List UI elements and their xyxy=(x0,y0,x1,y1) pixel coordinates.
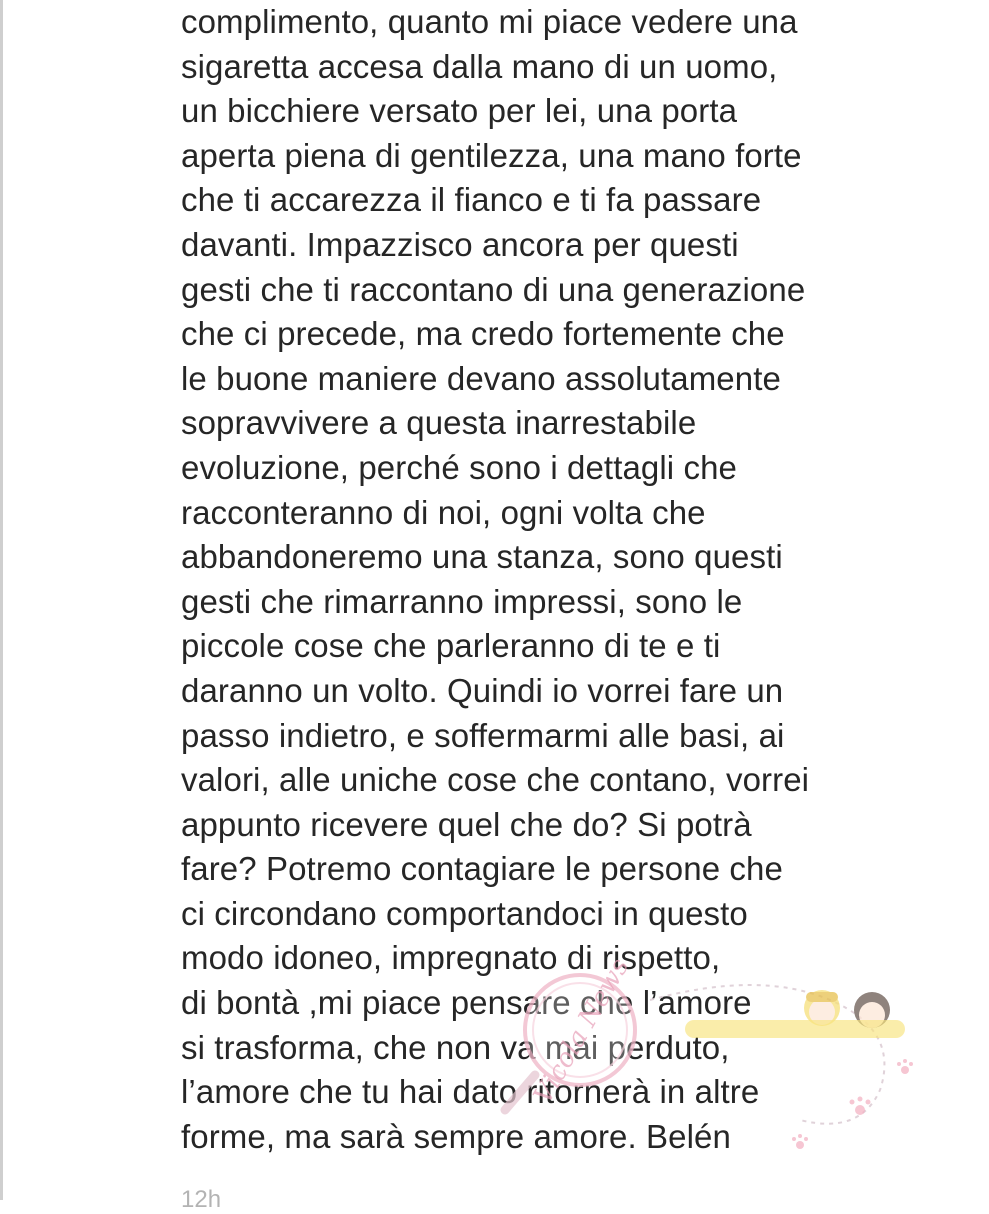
comment-line: sopravvivere a questa inarrestabile xyxy=(181,404,697,442)
comment-line: fare? Potremo contagiare le persone che xyxy=(181,850,783,888)
comment-line: le buone maniere devano assolutamente xyxy=(181,359,781,397)
comment-line: abbandoneremo una stanza, sono questi xyxy=(181,538,783,576)
comment-line: forme, ma sarà sempre amore. Belén xyxy=(181,1117,731,1155)
comment-line: che ti accarezza il fianco e ti fa passa… xyxy=(181,181,762,219)
comment-line: sigaretta accesa dalla mano di un uomo, xyxy=(181,47,778,85)
comment-line: gesti che rimarranno impressi, sono le xyxy=(181,582,743,620)
comment-line: che ci precede, ma credo fortemente che xyxy=(181,315,785,353)
comment-line: racconteranno di noi, ogni volta che xyxy=(181,493,706,531)
comment-line: complimento, quanto mi piace vedere una xyxy=(181,3,798,40)
comment-line: ci circondano comportandoci in questo xyxy=(181,894,748,932)
comment-line: di bontà ,mi piace pensare che l’amore xyxy=(181,984,752,1022)
comment-line: valori, alle uniche cose che contano, vo… xyxy=(181,761,810,799)
comment-line: davanti. Impazzisco ancora per questi xyxy=(181,225,739,263)
comment-timestamp: 12h xyxy=(181,1186,222,1213)
comment-line: evoluzione, perché sono i dettagli che xyxy=(181,448,738,486)
comment-line: aperta piena di gentilezza, una mano for… xyxy=(181,136,802,174)
comment-line: piccole cose che parleranno di te e ti xyxy=(181,627,721,665)
comment-line: appunto ricevere quel che do? Si potrà xyxy=(181,805,752,843)
left-border xyxy=(0,0,3,1200)
comment-line: passo indietro, e soffermarmi alle basi,… xyxy=(181,716,785,754)
comment-line: daranno un volto. Quindi io vorrei fare … xyxy=(181,671,784,709)
comment-line: modo idoneo, impregnato di rispetto, xyxy=(181,939,721,977)
comment-line: l’amore che tu hai dato ritornerà in alt… xyxy=(181,1073,760,1111)
comment-line: si trasforma, che non va mai perduto, xyxy=(181,1028,730,1066)
comment-line: un bicchiere versato per lei, una porta xyxy=(181,92,738,130)
comment-line: gesti che ti raccontano di una generazio… xyxy=(181,270,806,308)
comment-text: complimento, quanto mi piace vedere una … xyxy=(181,0,971,1159)
